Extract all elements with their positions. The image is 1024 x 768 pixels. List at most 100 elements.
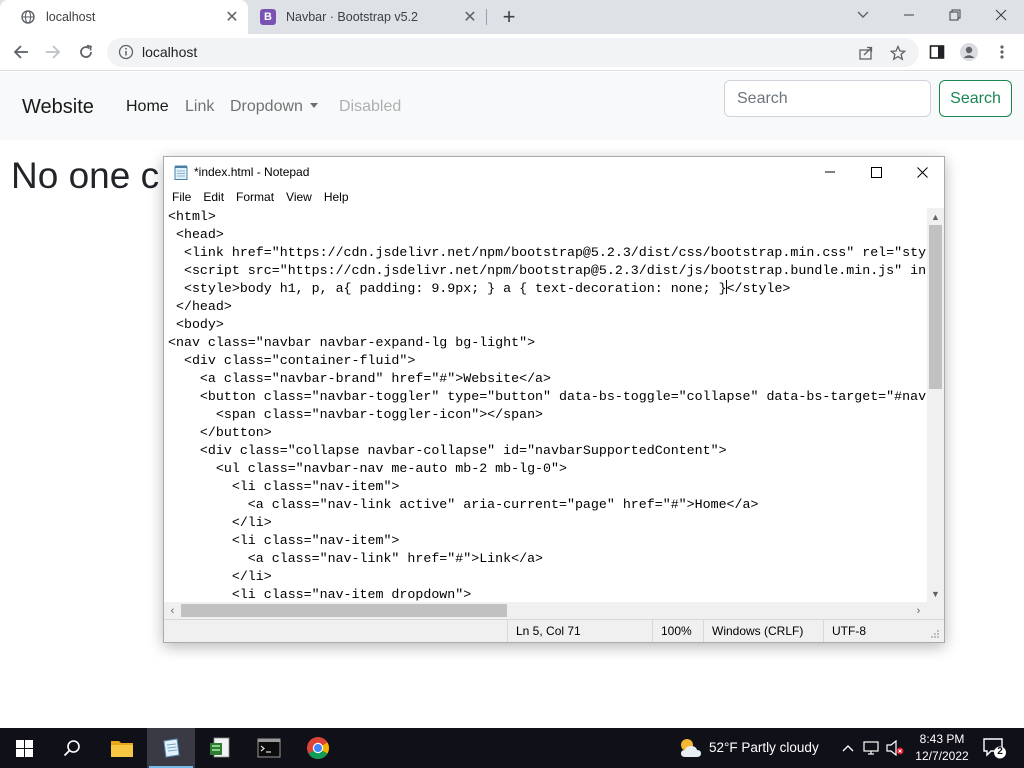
notepad-title: *index.html - Notepad <box>194 165 310 179</box>
tab-divider <box>486 9 487 25</box>
profile-avatar-icon[interactable] <box>956 39 982 65</box>
address-bar[interactable]: localhost <box>107 38 919 67</box>
scroll-up-icon[interactable]: ▲ <box>927 208 944 225</box>
menu-edit[interactable]: Edit <box>197 190 230 204</box>
start-button[interactable] <box>0 728 48 768</box>
terminal-button[interactable] <box>245 728 293 768</box>
code-line: <head> <box>168 227 224 242</box>
bookmark-star-icon[interactable] <box>888 43 908 63</box>
nav-link-dropdown[interactable]: Dropdown <box>230 98 318 116</box>
chrome-icon <box>307 737 329 759</box>
status-encoding: UTF-8 <box>823 620 927 642</box>
side-panel-icon[interactable] <box>924 39 950 65</box>
restore-icon[interactable] <box>932 0 978 30</box>
tab-search-icon[interactable] <box>840 0 886 30</box>
code-line: <li class="nav-item"> <box>168 533 400 548</box>
horizontal-scrollbar[interactable]: ‹ › <box>164 602 927 619</box>
action-center-icon[interactable] <box>861 738 881 758</box>
folder-icon <box>111 741 133 757</box>
chrome-button[interactable] <box>294 728 342 768</box>
menu-file[interactable]: File <box>166 190 197 204</box>
code-line: <script src="https://cdn.jsdelivr.net/np… <box>168 263 927 278</box>
navbar-brand[interactable]: Website <box>22 96 94 119</box>
notepad-statusbar: Ln 5, Col 71 100% Windows (CRLF) UTF-8 <box>164 619 944 642</box>
code-line: <button class="navbar-toggler" type="but… <box>168 389 927 404</box>
office-app-button[interactable] <box>196 728 244 768</box>
minimize-icon[interactable] <box>807 157 853 187</box>
close-window-icon[interactable] <box>978 0 1024 30</box>
status-zoom: 100% <box>652 620 702 642</box>
menu-view[interactable]: View <box>280 190 318 204</box>
browser-toolbar: localhost <box>0 34 1024 71</box>
notification-count: 2 <box>997 746 1003 757</box>
resize-grip-icon[interactable] <box>930 628 940 638</box>
chevron-up-icon[interactable] <box>838 738 858 758</box>
address-url: localhost <box>142 44 198 60</box>
windows-icon <box>15 739 33 757</box>
code-line: <li class="nav-item"> <box>168 479 400 494</box>
status-cursor-position: Ln 5, Col 71 <box>507 620 644 642</box>
menu-help[interactable]: Help <box>318 190 355 204</box>
scroll-right-icon[interactable]: › <box>910 602 927 619</box>
tab-bootstrap-navbar[interactable]: B Navbar · Bootstrap v5.2 ✕ <box>250 0 486 34</box>
notification-icon[interactable]: 2 <box>982 737 1006 759</box>
code-line: <a class="navbar-brand" href="#">Website… <box>168 371 552 386</box>
tab-title: localhost <box>46 10 96 24</box>
search-button[interactable]: Search <box>939 80 1012 117</box>
more-menu-icon[interactable] <box>989 39 1015 65</box>
tab-localhost[interactable]: localhost ✕ <box>0 0 248 34</box>
code-line: <a class="nav-link" href="#">Link</a> <box>168 551 544 566</box>
scroll-left-icon[interactable]: ‹ <box>164 602 181 619</box>
notepad-menubar: File Edit Format View Help <box>164 187 944 207</box>
code-line-rest: </style> <box>726 281 791 296</box>
vertical-scrollbar[interactable]: ▲ ▼ <box>927 208 944 602</box>
code-line: <a class="nav-link active" aria-current=… <box>168 497 759 512</box>
search-button[interactable] <box>48 728 96 768</box>
code-line: <ul class="navbar-nav me-auto mb-2 mb-lg… <box>168 461 567 476</box>
minimize-icon[interactable] <box>886 0 932 30</box>
close-tab-icon[interactable]: ✕ <box>460 7 480 27</box>
code-line: <div class="collapse navbar-collapse" id… <box>168 443 727 458</box>
back-arrow-icon[interactable] <box>8 39 34 65</box>
bootstrap-icon: B <box>260 9 276 25</box>
weather-partly-cloudy-icon[interactable] <box>678 735 704 761</box>
forward-arrow-icon[interactable] <box>40 39 66 65</box>
new-tab-button[interactable]: + <box>497 5 521 29</box>
weather-text[interactable]: 52°F Partly cloudy <box>709 740 819 755</box>
menu-format[interactable]: Format <box>230 190 280 204</box>
reload-icon[interactable] <box>73 39 99 65</box>
notepad-titlebar[interactable]: *index.html - Notepad <box>164 157 944 187</box>
notepad-icon <box>163 738 180 758</box>
code-line: <html> <box>168 209 216 224</box>
notepad-window: *index.html - Notepad File Edit Format V… <box>163 156 945 643</box>
close-icon[interactable] <box>899 157 945 187</box>
nav-link-link[interactable]: Link <box>185 98 214 116</box>
close-tab-icon[interactable]: ✕ <box>222 7 242 27</box>
code-line: <div class="container-fluid"> <box>168 353 416 368</box>
browser-tab-strip: localhost ✕ B Navbar · Bootstrap v5.2 ✕ … <box>0 0 1024 34</box>
nav-link-home[interactable]: Home <box>126 98 169 116</box>
code-line: <span class="navbar-toggler-icon"></span… <box>168 407 544 422</box>
share-icon[interactable] <box>856 43 876 63</box>
notepad-icon <box>174 165 188 180</box>
volume-muted-icon[interactable] <box>885 738 905 758</box>
file-explorer-button[interactable] <box>98 728 146 768</box>
notepad-taskbar-button[interactable] <box>147 728 195 768</box>
clock[interactable]: 8:43 PM 12/7/2022 <box>913 731 971 765</box>
site-info-icon[interactable] <box>118 44 134 60</box>
page-heading: No one c <box>11 155 160 196</box>
caret-down-icon <box>309 103 318 108</box>
clock-time: 8:43 PM <box>919 732 965 746</box>
dropdown-label: Dropdown <box>230 98 303 115</box>
search-input[interactable] <box>724 80 931 117</box>
code-line-with-caret: <style>body h1, p, a{ padding: 9.9px; } … <box>168 280 790 298</box>
code-line: <style>body h1, p, a{ padding: 9.9px; } … <box>168 281 727 296</box>
text-editor[interactable]: <html> <head> <link href="https://cdn.js… <box>164 208 927 602</box>
scroll-down-icon[interactable]: ▼ <box>927 585 944 602</box>
code-line: </button> <box>168 425 272 440</box>
horizontal-scroll-thumb[interactable] <box>181 604 507 617</box>
search-icon <box>63 740 80 757</box>
vertical-scroll-thumb[interactable] <box>929 225 942 389</box>
maximize-icon[interactable] <box>853 157 899 187</box>
status-line-ending: Windows (CRLF) <box>703 620 821 642</box>
